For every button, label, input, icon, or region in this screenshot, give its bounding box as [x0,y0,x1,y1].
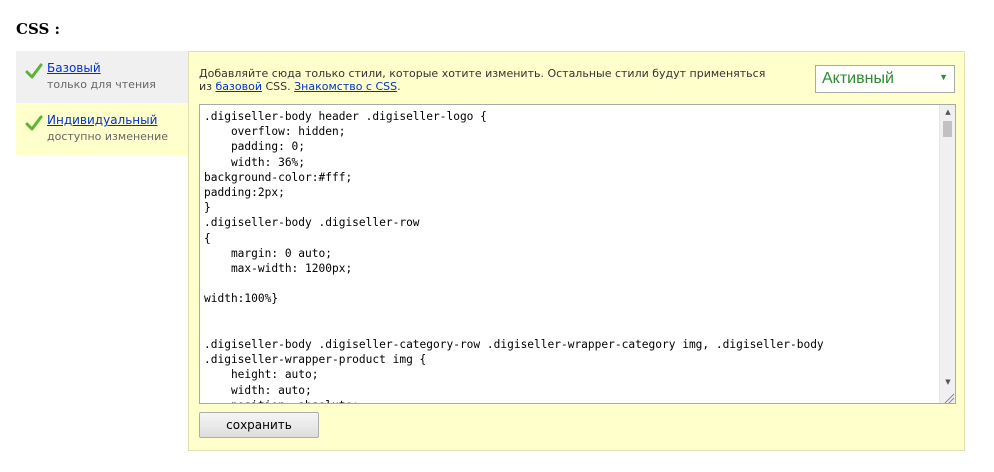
page-title: CSS : [16,20,61,38]
basic-css-link[interactable]: базовой [216,80,262,93]
hint-text-after: . [397,80,401,93]
hint-text: Добавляйте сюда только стили, которые хо… [199,67,779,93]
css-textarea[interactable]: .digiseller-body header .digiseller-logo… [199,104,956,404]
tab-custom-link[interactable]: Индивидуальный [47,113,188,128]
scroll-up-arrow-icon[interactable]: ▲ [940,105,955,119]
dropdown-arrow-icon[interactable]: ▼ [939,72,948,82]
tab-basic-sublabel: только для чтения [47,78,156,91]
tab-custom-sublabel: доступно изменение [47,130,169,143]
checkmark-icon [25,63,43,79]
tab-custom[interactable]: Индивидуальный доступно изменение [16,103,188,155]
status-select[interactable]: Активный ▼ [815,65,955,93]
vertical-scrollbar[interactable]: ▲ ▼ [939,105,955,403]
css-intro-link[interactable]: Знакомство с CSS [294,80,397,93]
hint-text-middle: CSS. [261,80,295,93]
tab-basic[interactable]: Базовый только для чтения [16,51,188,103]
save-button[interactable]: сохранить [199,412,319,438]
css-editor-panel: Добавляйте сюда только стили, которые хо… [188,51,965,451]
scroll-thumb[interactable] [943,121,952,137]
status-select-value: Активный [822,70,894,87]
css-code[interactable]: .digiseller-body header .digiseller-logo… [204,109,937,403]
tab-basic-link[interactable]: Базовый [47,61,188,76]
checkmark-icon [25,115,43,131]
scroll-down-arrow-icon[interactable]: ▼ [940,375,955,389]
resize-grip-icon[interactable] [940,389,955,403]
